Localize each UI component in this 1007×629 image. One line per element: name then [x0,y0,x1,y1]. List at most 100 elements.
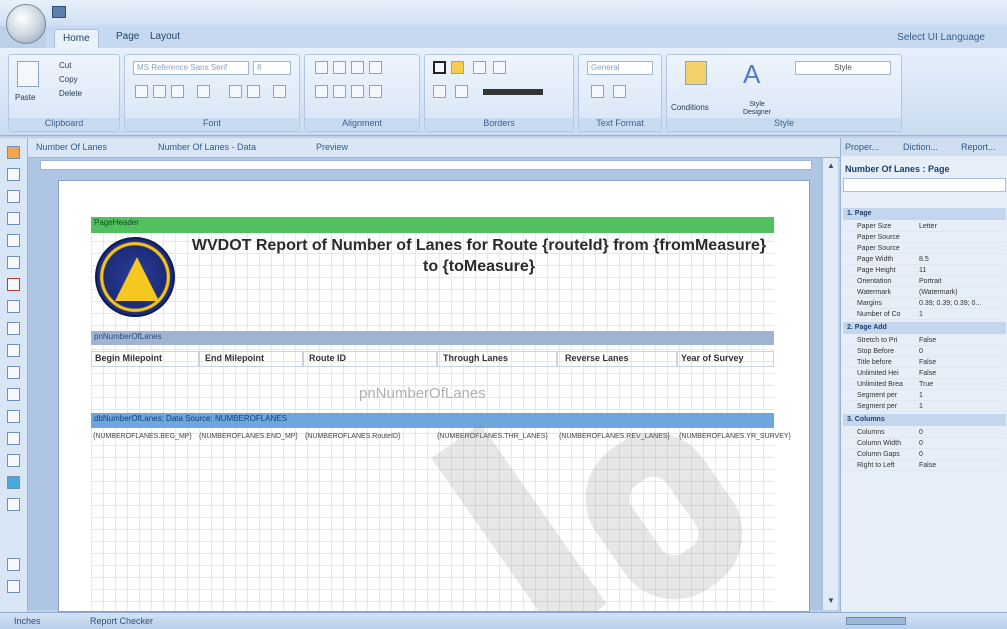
border-left-icon[interactable] [433,85,446,98]
category-page-add[interactable]: 2. Page Add [843,322,1006,334]
property-row[interactable]: Column Gaps 0 [843,449,1006,460]
copy-button[interactable]: Copy [59,75,78,84]
vertical-scrollbar[interactable]: ▲ ▼ [822,158,838,610]
align-bottom-icon[interactable] [351,61,364,74]
property-row[interactable]: Segment per 1 [843,401,1006,412]
sub-report-tool-icon[interactable] [7,388,20,401]
property-row[interactable]: Unlimited Hei False [843,368,1006,379]
pointer-tool-icon[interactable] [7,146,20,159]
text-tool-icon[interactable] [7,168,20,181]
barcode-tool-icon[interactable] [7,454,20,467]
category-page[interactable]: 1. Page [843,208,1006,220]
property-row[interactable]: Paper Source [843,232,1006,243]
property-row[interactable]: Watermark (Watermark) [843,287,1006,298]
text-format-select[interactable]: General [587,61,653,75]
property-row[interactable]: Paper Size Letter [843,221,1006,232]
footer-tool-icon[interactable] [7,256,20,269]
units-selector[interactable]: Inches [14,616,41,626]
italic-icon[interactable] [153,85,166,98]
property-row[interactable]: Title before False [843,357,1006,368]
map-tool-icon[interactable] [7,476,20,489]
border-bottom-icon[interactable] [493,61,506,74]
zoom-slider[interactable] [846,617,906,625]
border-style-icon[interactable] [483,89,543,95]
scroll-down-icon[interactable]: ▼ [826,596,836,606]
conditions-icon[interactable] [685,61,707,85]
grow-font-icon[interactable] [229,85,242,98]
expression-route-id[interactable]: {NUMBEROFLANES.RouteID} [305,433,431,441]
font-name-select[interactable]: MS Reference Sans Serif [133,61,249,75]
percent-icon[interactable] [613,85,626,98]
style-designer-icon[interactable]: A [743,59,760,90]
language-selector[interactable]: Select UI Language [897,32,985,43]
shape-tool-icon[interactable] [7,498,20,511]
property-row[interactable]: Margins 0.39; 0.39; 0.39; 0... [843,298,1006,309]
border-top-icon[interactable] [473,61,486,74]
paste-button[interactable]: Paste [15,93,35,102]
align-middle-icon[interactable] [333,61,346,74]
report-page[interactable]: PageHeader WVDOT Report of Number of Lan… [58,180,810,612]
image-tool-icon[interactable] [7,190,20,203]
doc-tab-preview[interactable]: Preview [316,142,348,152]
doc-tab-data[interactable]: Number Of Lanes - Data [158,142,256,152]
property-row[interactable]: Unlimited Brea True [843,379,1006,390]
expression-year-of-survey[interactable]: {NUMBEROFLANES.YR_SURVEY} [679,433,791,441]
doc-tab-page[interactable]: Number Of Lanes [36,142,107,152]
properties-toolbar[interactable] [843,178,1006,192]
property-row[interactable]: Number of Co 1 [843,309,1006,320]
style-select[interactable]: Style [795,61,891,75]
report-title[interactable]: WVDOT Report of Number of Lanes for Rout… [189,235,769,277]
tab-properties[interactable]: Proper... [845,142,879,152]
property-row[interactable]: Page Width 8.5 [843,254,1006,265]
save-icon[interactable] [52,6,66,18]
property-row[interactable]: Column Width 0 [843,438,1006,449]
expression-end-milepoint[interactable]: {NUMBEROFLANES.END_MP} [199,433,299,441]
shadow-icon[interactable] [455,85,468,98]
property-row[interactable]: Stop Before 0 [843,346,1006,357]
paste-icon[interactable] [17,61,39,87]
rectangle-tool-icon[interactable] [7,580,20,593]
application-menu-button[interactable] [6,4,46,44]
lanes-panel-band[interactable]: pnNumberOfLanes [91,331,774,345]
word-wrap-icon[interactable] [369,61,382,74]
align-top-icon[interactable] [315,61,328,74]
table-tool-icon[interactable] [7,344,20,357]
report-checker-button[interactable]: Report Checker [90,616,153,626]
property-row[interactable]: Segment per 1 [843,390,1006,401]
selected-component-title[interactable]: Number Of Lanes : Page [845,164,950,174]
property-row[interactable]: Paper Source [843,243,1006,254]
data-band[interactable]: dbNumberOfLanes; Data Source: NUMBEROFLA… [91,413,774,428]
currency-icon[interactable] [591,85,604,98]
cut-button[interactable]: Cut [59,61,71,70]
tab-dictionary[interactable]: Diction... [903,142,938,152]
panel-tool-icon[interactable] [7,322,20,335]
line-tool-icon[interactable] [7,558,20,571]
font-color-icon[interactable] [197,85,210,98]
tab-home[interactable]: Home [54,29,99,48]
clear-format-icon[interactable] [273,85,286,98]
property-row[interactable]: Columns 0 [843,427,1006,438]
shrink-font-icon[interactable] [247,85,260,98]
property-row[interactable]: Right to Left False [843,460,1006,471]
fill-color-icon[interactable] [451,61,464,74]
expression-through-lanes[interactable]: {NUMBEROFLANES.THR_LANES} [437,433,549,441]
scroll-up-icon[interactable]: ▲ [826,161,836,171]
bold-icon[interactable] [135,85,148,98]
conditions-button[interactable]: Conditions [671,103,709,112]
tab-layout[interactable]: Layout [150,31,180,42]
header-tool-icon[interactable] [7,234,20,247]
page-header-band[interactable]: PageHeader [91,217,774,233]
band-tool-icon[interactable] [7,212,20,225]
category-columns[interactable]: 3. Columns [843,414,1006,426]
expression-begin-milepoint[interactable]: {NUMBEROFLANES.BEG_MP} [93,433,193,441]
wvdot-logo[interactable] [95,237,175,317]
underline-icon[interactable] [171,85,184,98]
property-row[interactable]: Page Height 11 [843,265,1006,276]
cross-tab-tool-icon[interactable] [7,366,20,379]
data-band-tool-icon[interactable] [7,278,20,291]
align-left-icon[interactable] [315,85,328,98]
property-row[interactable]: Orientation Portrait [843,276,1006,287]
tab-report-tree[interactable]: Report... [961,142,996,152]
align-center-icon[interactable] [333,85,346,98]
chart-tool-icon[interactable] [7,410,20,423]
